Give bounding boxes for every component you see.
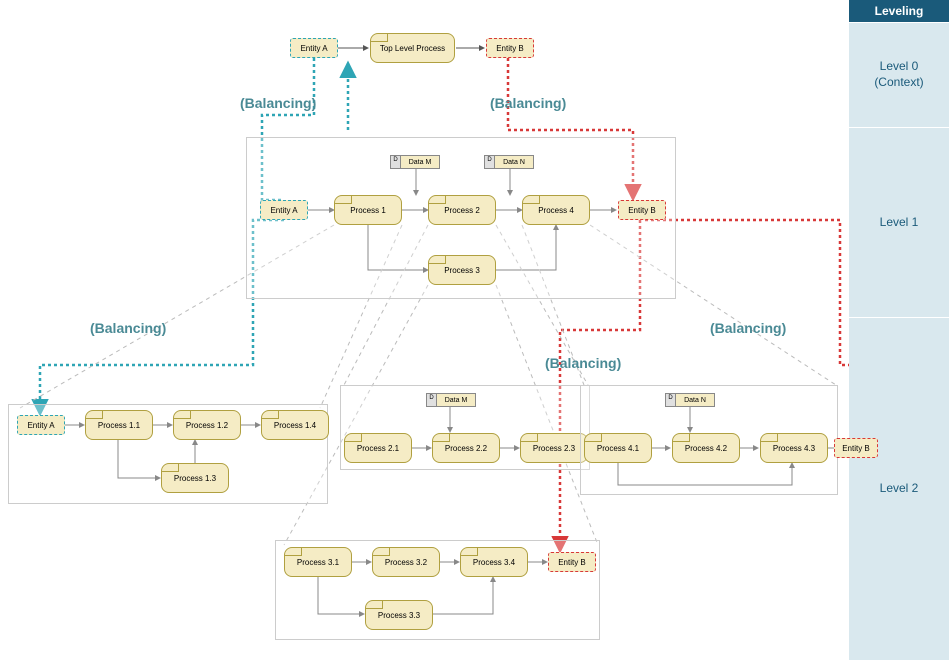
level-2-label: Level 2 <box>849 317 949 660</box>
level2-process-3-1: Process 3.1 <box>284 547 352 577</box>
level0-entity-b: Entity B <box>486 38 534 58</box>
level2-process-1-1: Process 1.1 <box>85 410 153 440</box>
balancing-label-4: (Balancing) <box>545 355 621 371</box>
level-0-label: Level 0 (Context) <box>849 22 949 127</box>
level2-process-2-1: Process 2.1 <box>344 433 412 463</box>
level2-process-3-2: Process 3.2 <box>372 547 440 577</box>
level2-process-4-2: Process 4.2 <box>672 433 740 463</box>
level2-box3-entity-b: Entity B <box>548 552 596 572</box>
balancing-label-5: (Balancing) <box>710 320 786 336</box>
level2-process-1-4: Process 1.4 <box>261 410 329 440</box>
level1-process-1: Process 1 <box>334 195 402 225</box>
level0-process: Top Level Process <box>370 33 455 63</box>
level2-box2-datastore-m: DData M <box>426 393 476 407</box>
level1-process-3: Process 3 <box>428 255 496 285</box>
level2-process-4-3: Process 4.3 <box>760 433 828 463</box>
level0-entity-a: Entity A <box>290 38 338 58</box>
balancing-label-1: (Balancing) <box>240 95 316 111</box>
level2-process-2-2: Process 2.2 <box>432 433 500 463</box>
diagram-area: Entity A Top Level Process Entity B Enti… <box>0 0 849 660</box>
level2-process-3-4: Process 3.4 <box>460 547 528 577</box>
level2-process-2-3: Process 2.3 <box>520 433 588 463</box>
leveling-sidebar: Leveling Level 0 (Context) Level 1 Level… <box>849 0 949 660</box>
level2-process-1-3: Process 1.3 <box>161 463 229 493</box>
level2-box4-entity-b: Entity B <box>834 438 878 458</box>
level1-datastore-n: DData N <box>484 155 534 169</box>
balancing-label-2: (Balancing) <box>490 95 566 111</box>
level2-box4-datastore-n: DData N <box>665 393 715 407</box>
level1-entity-b: Entity B <box>618 200 666 220</box>
level1-process-2: Process 2 <box>428 195 496 225</box>
level-1-label: Level 1 <box>849 127 949 317</box>
level2-box1-entity-a: Entity A <box>17 415 65 435</box>
balancing-label-3: (Balancing) <box>90 320 166 336</box>
level1-datastore-m: DData M <box>390 155 440 169</box>
level2-process-4-1: Process 4.1 <box>584 433 652 463</box>
sidebar-header: Leveling <box>849 0 949 22</box>
level1-process-4: Process 4 <box>522 195 590 225</box>
level2-process-3-3: Process 3.3 <box>365 600 433 630</box>
level1-entity-a: Entity A <box>260 200 308 220</box>
level2-process-1-2: Process 1.2 <box>173 410 241 440</box>
